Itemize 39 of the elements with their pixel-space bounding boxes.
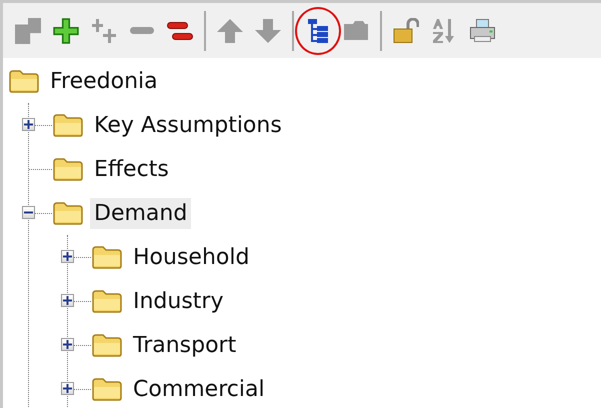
tree-item[interactable]: Demand [90,198,192,228]
down-arrow-icon [255,18,281,42]
printer-icon [470,19,494,42]
plus-icon [63,296,72,305]
up-arrow-icon [217,18,243,42]
folder-icon [344,21,368,40]
tree-item[interactable]: Key Assumptions [90,110,286,140]
tree-item[interactable]: Freedonia [46,66,162,96]
expander[interactable] [61,338,74,351]
unlocked-padlock-icon [393,18,419,43]
folder-icon [91,245,123,269]
expander[interactable] [61,294,74,307]
tree-item[interactable]: Commercial [129,374,269,404]
tree-item[interactable]: Effects [90,154,173,184]
tree-item[interactable]: Transport [129,330,240,360]
expander[interactable] [22,118,35,131]
expander[interactable] [61,250,74,263]
sort-icon [433,18,455,42]
tree-item[interactable]: Industry [129,286,228,316]
folder-icon [91,377,123,401]
tree-icon [308,18,328,42]
plus-icon [24,120,33,129]
plus-pair-icon [92,18,116,42]
folder-icon [8,69,40,93]
plus-icon [53,18,79,44]
plus-icon [63,384,72,393]
plus-icon [63,252,72,261]
plus-icon [63,340,72,349]
tree-item[interactable]: Household [129,242,254,272]
node-icon [15,18,41,44]
folder-icon [52,201,84,225]
folder-icon [91,289,123,313]
minus-pair-icon [167,22,193,40]
folder-icon [52,157,84,181]
expander[interactable] [61,382,74,395]
expander[interactable] [22,206,35,219]
minus-icon [130,27,154,34]
folder-icon [52,113,84,137]
folder-icon [91,333,123,357]
